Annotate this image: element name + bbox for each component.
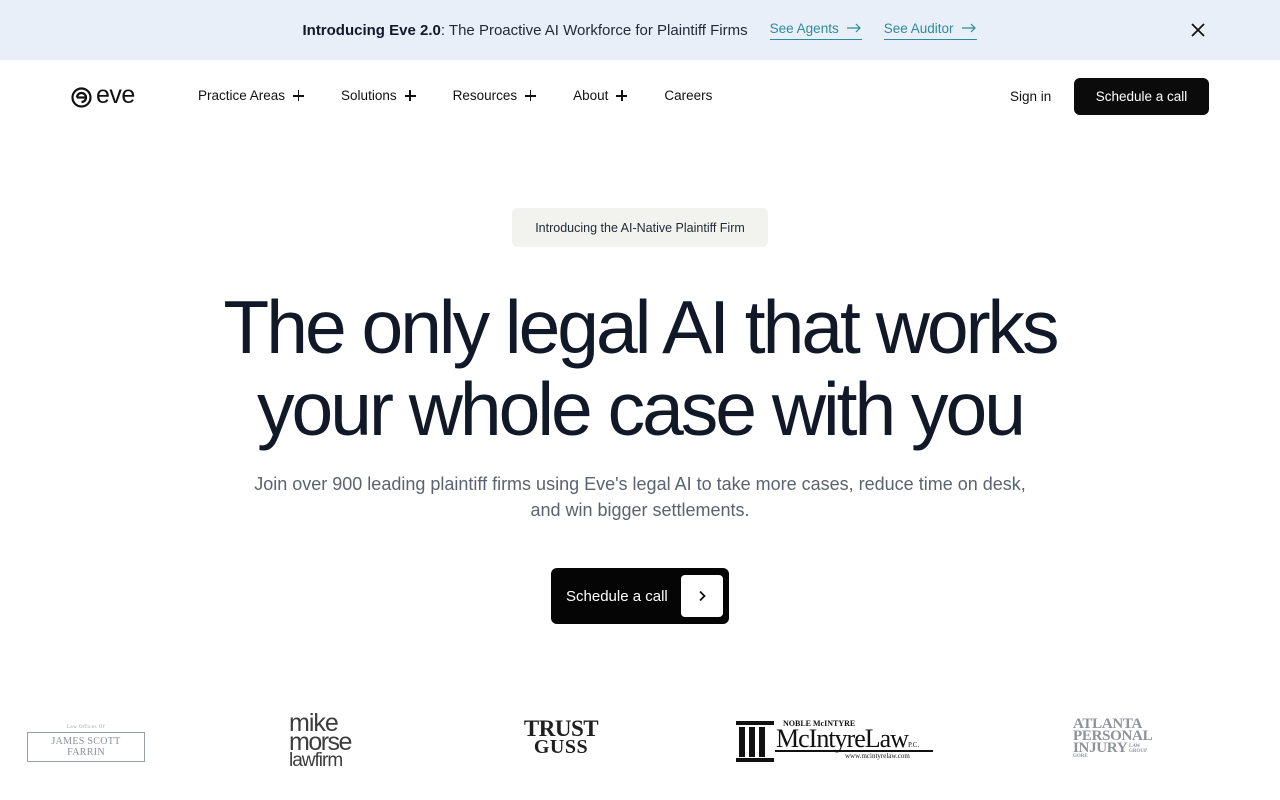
farrin-main-text: JAMES SCOTT FARRIN bbox=[27, 732, 145, 762]
announcement-bar: Introducing Eve 2.0: The Proactive AI Wo… bbox=[0, 0, 1280, 60]
hero-headline: The only legal AI that works your whole … bbox=[140, 286, 1140, 450]
announcement-title-rest: : The Proactive AI Workforce for Plainti… bbox=[440, 21, 748, 39]
logo-wordmark: eve bbox=[96, 81, 135, 109]
headline-line-1: The only legal AI that works bbox=[223, 285, 1059, 369]
nav-item-label: Solutions bbox=[341, 88, 397, 103]
plus-icon bbox=[404, 90, 416, 101]
see-agents-link[interactable]: See Agents bbox=[769, 20, 862, 40]
schedule-call-button[interactable]: Schedule a call bbox=[1074, 78, 1209, 115]
hero-schedule-call-button[interactable]: Schedule a call bbox=[551, 568, 729, 624]
nav-item-solutions[interactable]: Solutions bbox=[341, 88, 416, 103]
hero-cta-label: Schedule a call bbox=[566, 587, 668, 605]
mcintyre-url: www.mcintyrelaw.com bbox=[845, 752, 910, 760]
sign-in-link[interactable]: Sign in bbox=[1010, 89, 1051, 104]
logo-mike-morse: mike morse lawfirm bbox=[289, 711, 359, 771]
chevron-right-icon bbox=[681, 575, 723, 617]
nav-item-label: Careers bbox=[664, 88, 713, 103]
logo-mcintyre-law: NOBLE McINTYRE McIntyreLawP.C. www.mcint… bbox=[735, 719, 935, 765]
see-auditor-label: See Auditor bbox=[883, 20, 954, 36]
column-icon bbox=[736, 721, 774, 762]
plus-icon bbox=[293, 90, 305, 101]
nav-item-label: About bbox=[573, 88, 609, 103]
eve-logo-mark-icon bbox=[71, 86, 92, 108]
arrow-right-icon bbox=[846, 23, 861, 33]
plus-icon bbox=[616, 90, 628, 101]
announcement-title-bold: Introducing Eve 2.0 bbox=[302, 21, 441, 39]
atl-group: GROUP bbox=[1129, 749, 1148, 754]
nav-item-practice-areas[interactable]: Practice Areas bbox=[198, 88, 305, 103]
nav-item-resources[interactable]: Resources bbox=[453, 88, 537, 103]
nav-item-careers[interactable]: Careers bbox=[664, 88, 712, 103]
arrow-right-icon bbox=[961, 23, 976, 33]
nav-item-label: Resources bbox=[452, 88, 518, 103]
nav-item-label: Practice Areas bbox=[198, 88, 286, 103]
logo-trust-guss: TRUST GUSS bbox=[521, 717, 601, 757]
see-auditor-link[interactable]: See Auditor bbox=[883, 20, 977, 40]
announcement-text: Introducing Eve 2.0: The Proactive AI Wo… bbox=[302, 22, 747, 39]
client-logos: Law Offices Of JAMES SCOTT FARRIN mike m… bbox=[0, 700, 1280, 800]
mcintyre-name: McIntyreLaw bbox=[776, 724, 909, 753]
announcement-content: Introducing Eve 2.0: The Proactive AI Wo… bbox=[302, 20, 977, 40]
nav-menu: Practice Areas Solutions Resources About… bbox=[198, 88, 749, 103]
morse-line-2: morse bbox=[289, 728, 352, 756]
headline-line-2: your whole case with you bbox=[257, 367, 1026, 451]
plus-icon bbox=[525, 90, 537, 101]
eve-logo[interactable]: eve bbox=[71, 81, 135, 109]
nav-item-about[interactable]: About bbox=[573, 88, 628, 103]
logo-atlanta-personal-injury: ATLANTA PERSONAL INJURY GORE LAW GROUP bbox=[1073, 717, 1163, 760]
atl-law-group: LAW GROUP bbox=[1129, 744, 1147, 754]
mcintyre-pc: P.C. bbox=[907, 741, 920, 749]
main-nav: eve Practice Areas Solutions Resources A… bbox=[0, 60, 1280, 134]
logo-james-scott-farrin: Law Offices Of JAMES SCOTT FARRIN bbox=[27, 725, 145, 762]
see-agents-label: See Agents bbox=[769, 20, 839, 36]
announcement-pill: Introducing the AI-Native Plaintiff Firm bbox=[512, 208, 768, 247]
farrin-small-text: Law Offices Of bbox=[66, 725, 106, 730]
close-icon[interactable] bbox=[1189, 21, 1207, 39]
hero-subtext: Join over 900 leading plaintiff firms us… bbox=[254, 474, 1026, 520]
